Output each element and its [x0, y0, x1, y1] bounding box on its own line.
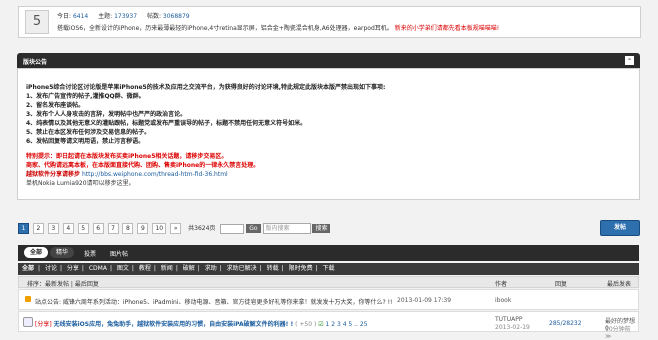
rule-item: 2、留名发布座谈帖。 [26, 102, 85, 109]
thread-list-header: 排序：最新发帖 | 最后回复 作者 回复 最后发表 [18, 276, 639, 288]
thread-replies: 285/28232 [549, 320, 582, 327]
page-link[interactable]: 4 [62, 223, 74, 234]
category-item[interactable]: 求助 [205, 265, 217, 272]
warning-text: 商家、代购请远离本板，在本版面直接代购、团购、售卖iPhone的一律永久禁言处理… [26, 162, 260, 169]
forum-desc-text: 搭载iOS6，全新设计的iPhone，历来最薄最轻的iPhone,4寸retin… [57, 25, 393, 32]
rule-item: 6、发帖回复等请文明用语，禁止污言秽语。 [26, 138, 145, 145]
category-item[interactable]: 转载 [267, 265, 279, 272]
category-item[interactable]: 限时免费 [289, 265, 313, 272]
today-value: 6414 [72, 13, 89, 20]
last-post-time: 10分钟前 ≫ [605, 326, 631, 340]
category-item[interactable]: 求助已解决 [227, 265, 257, 272]
forum-icon: 5 [25, 10, 49, 34]
tab-digest[interactable]: 精华 [50, 247, 75, 258]
hot-icon: ☑ [318, 321, 324, 328]
tab-vote[interactable]: 投票 [84, 249, 96, 258]
page-link[interactable]: 6 [92, 223, 104, 234]
category-item[interactable]: 讨论 [45, 265, 57, 272]
page-link[interactable]: 8 [122, 223, 134, 234]
topics-value: 173937 [114, 13, 138, 20]
thread-title[interactable]: 无线安装iOS应用，兔兔助手，越狱软件安装应用的习惯，自由安装iPA破解文件的利… [54, 321, 294, 328]
page-link[interactable]: 2 [32, 223, 44, 234]
rule-item: 5、禁止在本区发布任何涉及交易信息的帖子。 [26, 129, 151, 136]
announcement-icon [25, 296, 31, 302]
announcement-intro: iPhone5综合讨论区讨论版是苹果iPhone5的技术及应用之交流平台，为获得… [26, 84, 386, 91]
posts-value: 3068879 [162, 13, 190, 20]
today-label: 今日: [57, 13, 72, 20]
rule-item: 3、发布个人人身攻击的言辞，发明帖中也严严的政治言论。 [26, 111, 187, 118]
topics-label: 主题: [98, 13, 113, 20]
jailbreak-link-line: 越狱软件分享请移步 http://bbs.weiphone.com/thread… [26, 170, 631, 179]
jailbreak-link[interactable]: http://bbs.weiphone.com/thread-htm-fid-3… [82, 171, 228, 178]
page-input[interactable] [220, 223, 245, 234]
total-pages: 共3624页 [188, 225, 216, 232]
collapse-icon[interactable]: – [625, 56, 634, 65]
warning-text: 特别提示：即日起请在本版块发布买卖iPhone5相关话题，请移步交易区。 [26, 153, 228, 160]
page-link[interactable]: 5 [77, 223, 89, 234]
rule-item: 1、发布广告宣传的帖子,灌推QQ群、微群。 [26, 93, 145, 100]
col-author: 作者 [495, 281, 508, 288]
go-button[interactable]: Go [246, 224, 261, 233]
pager: 1 2 3 4 5 6 7 8 9 10 » 共3624页 Go 版内搜索 搜索 [18, 223, 331, 234]
category-item[interactable]: CDMA [89, 265, 107, 272]
tab-image-posts[interactable]: 图片帖 [110, 249, 128, 258]
category-all[interactable]: 全部 [22, 265, 34, 272]
rule-item: 4、纯表情以及其他无意义的灌贴跟帖，标题党或发布严重误导的帖子，标题不禁用任何无… [26, 120, 307, 127]
tab-all[interactable]: 全部 [24, 247, 49, 258]
category-item[interactable]: 破解 [183, 265, 195, 272]
thread-title[interactable]: 站点公告: 威锋六周年系列活动：iPhone5、iPadmini、移动电源、音箱… [35, 297, 392, 306]
posts-label: 帖数: [146, 13, 161, 20]
thread-date: 2013-02-19 [495, 324, 530, 331]
page-link[interactable]: 10 [152, 223, 167, 234]
page-link[interactable]: 3 [47, 223, 59, 234]
table-row: [分享] 无线安装iOS应用，兔兔助手，越狱软件安装应用的习惯，自由安装iPA破… [18, 311, 639, 340]
thread-author[interactable]: ibook [495, 297, 511, 304]
search-button[interactable]: 搜索 [312, 224, 331, 233]
forum-stats: 今日: 6414 主题: 173937 帖数: 3068879 [57, 11, 190, 20]
page-link[interactable]: 7 [107, 223, 119, 234]
category-bar: 全部 | 讨论 | 分享 | CDMA | 图文 | 教程 | 新闻 | 破解 | 求助 | 求助… [18, 263, 639, 275]
col-replies: 回复 [555, 281, 568, 288]
thread-tag[interactable]: [分享] [35, 321, 52, 328]
thread-date: 2013-01-09 17:39 [397, 297, 452, 304]
table-row: 站点公告: 威锋六周年系列活动：iPhone5、iPadmini、移动电源、音箱… [18, 289, 639, 310]
thread-author[interactable]: TUTUAPP [495, 316, 522, 323]
forum-desc-red[interactable]: 新来的小学弟们请都先看本板规喵喵喵! [395, 25, 499, 32]
thread-title-line: [分享] 无线安装iOS应用，兔兔助手，越狱软件安装应用的习惯，自由安装iPA破… [35, 319, 368, 328]
jailbreak-link-label: 越狱软件分享请移步 [26, 171, 81, 178]
category-item[interactable]: 图文 [117, 265, 129, 272]
category-item[interactable]: 下载 [323, 265, 335, 272]
category-item[interactable]: 分享 [67, 265, 79, 272]
thread-pages[interactable]: 1 2 3 4 5 .. 25 [326, 321, 368, 328]
page-link[interactable]: 1 [18, 223, 29, 234]
search-input[interactable]: 版内搜索 [262, 223, 311, 234]
thread-tab-bar: 全部 精华 投票 图片帖 [18, 245, 639, 261]
category-item[interactable]: 新闻 [161, 265, 173, 272]
forum-description: 搭载iOS6，全新设计的iPhone，历来最薄最轻的iPhone,4寸retin… [57, 23, 499, 32]
sort-options[interactable]: 排序：最新发帖 | 最后回复 [27, 279, 99, 288]
forum-info-panel: 5 今日: 6414 主题: 173937 帖数: 3068879 搭载iOS6… [18, 6, 641, 38]
page-link[interactable]: 9 [137, 223, 149, 234]
announcement-header: 版块公告 – [17, 53, 640, 68]
new-post-button[interactable]: 发帖 [600, 220, 640, 236]
col-last-post: 最后发表 [607, 281, 632, 288]
announcement-title: 版块公告 [23, 59, 48, 66]
next-page-button[interactable]: » [170, 223, 182, 234]
thread-meta: ( +50 ) [295, 321, 317, 328]
category-item[interactable]: 教程 [139, 265, 151, 272]
thread-icon [23, 317, 33, 327]
announcement-footer: 单机Nokia Lumia920请叩以移步这里。 [26, 180, 135, 187]
announcement-body: iPhone5综合讨论区讨论版是苹果iPhone5的技术及应用之交流平台，为获得… [17, 68, 640, 200]
